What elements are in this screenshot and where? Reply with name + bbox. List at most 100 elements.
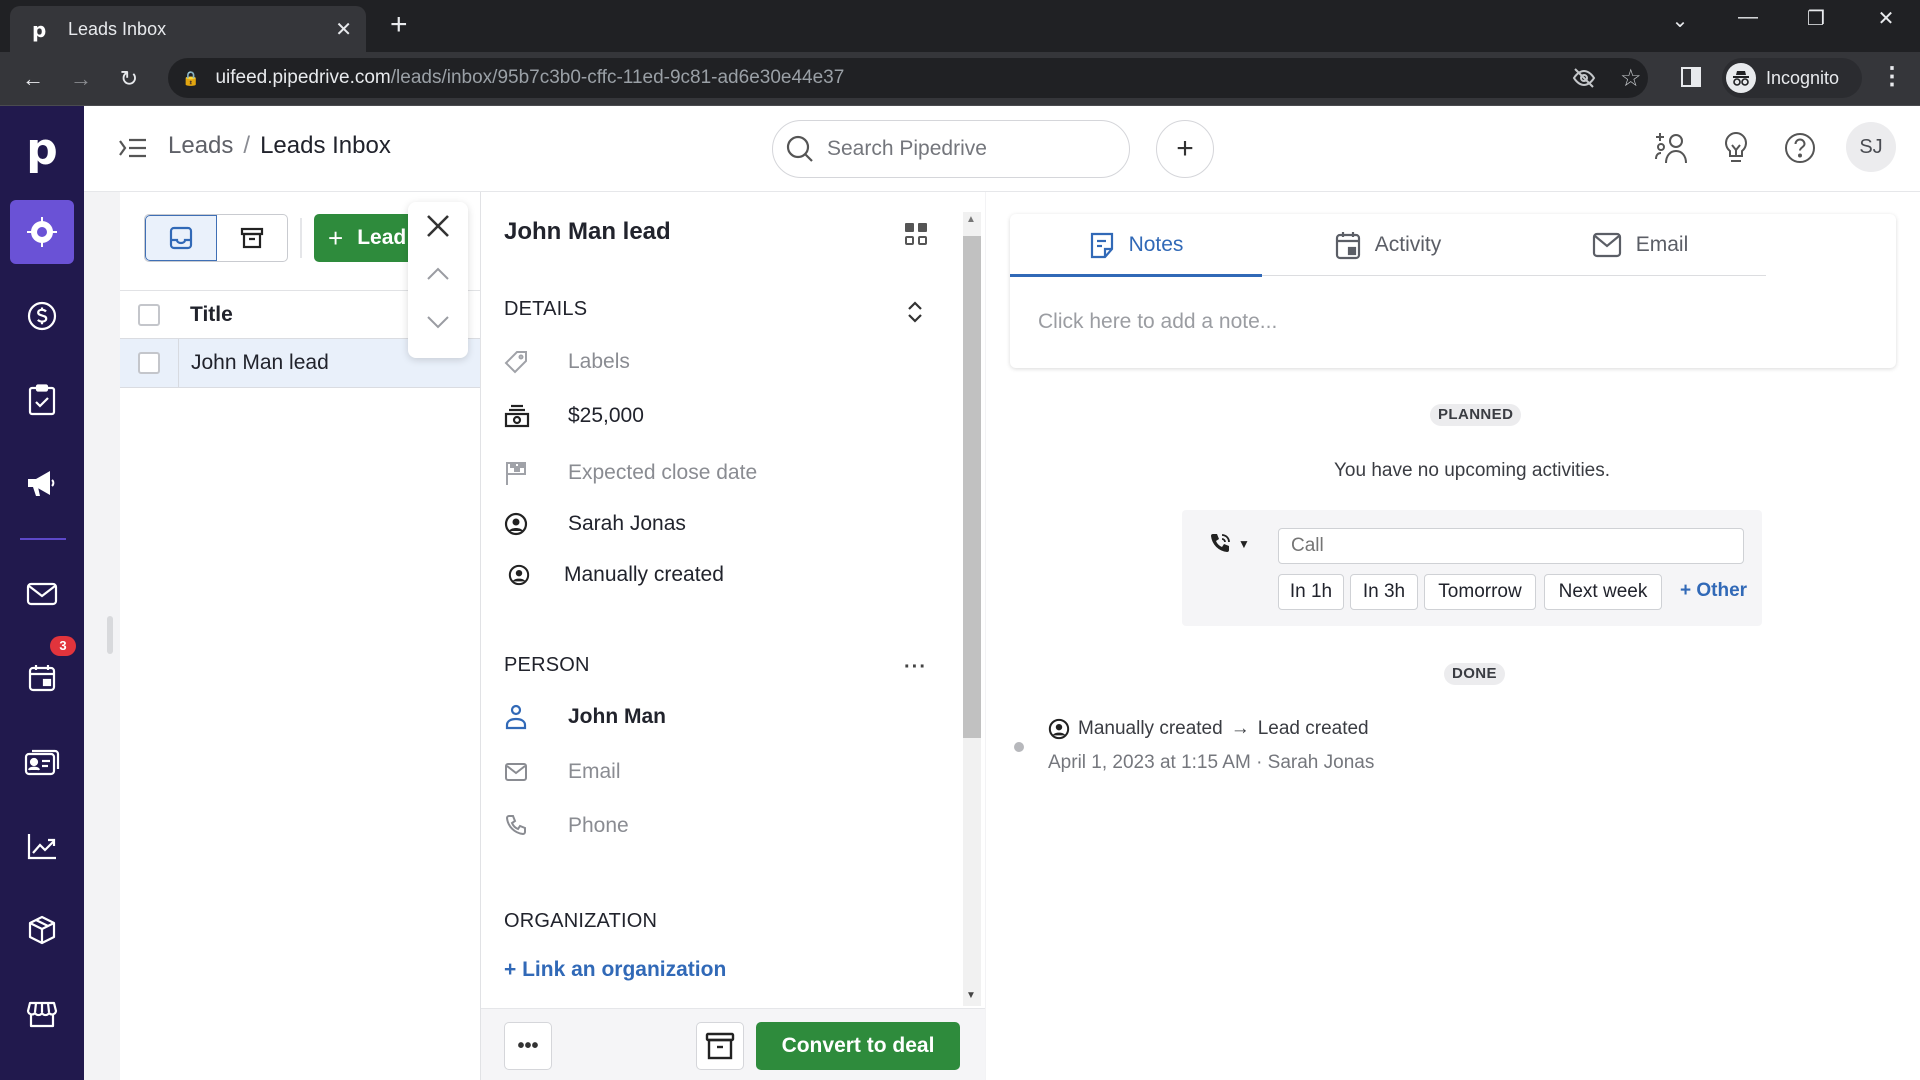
close-detail-button[interactable] [408, 202, 468, 250]
address-bar[interactable]: 🔒 uifeed.pipedrive.com/leads/inbox/95b7c… [168, 58, 1648, 98]
note-input[interactable]: Click here to add a note... [1038, 310, 1277, 334]
activity-subject-input[interactable] [1278, 528, 1744, 564]
link-organization-link[interactable]: + Link an organization [504, 958, 726, 982]
panel-resize-handle[interactable] [107, 616, 113, 654]
person-name-field[interactable]: John Man [504, 704, 666, 730]
sidebar-item-leads[interactable] [10, 200, 74, 264]
restore-button[interactable]: ❐ [1796, 6, 1836, 31]
calendar-icon [27, 663, 57, 693]
scroll-down-arrow[interactable]: ▼ [966, 990, 976, 1001]
tab-email[interactable]: Email [1514, 214, 1766, 276]
email-placeholder: Email [568, 760, 621, 783]
inbox-view-button[interactable] [145, 215, 217, 261]
sidebar-item-campaigns[interactable] [10, 452, 74, 516]
person-name[interactable]: John Man [568, 705, 666, 729]
history-user-icon [1048, 718, 1070, 740]
archive-view-button[interactable] [217, 215, 287, 261]
close-icon [425, 213, 451, 239]
planned-label: PLANNED [1430, 404, 1522, 426]
new-tab-button[interactable]: + [390, 10, 408, 40]
bookmark-star-icon[interactable]: ☆ [1620, 64, 1642, 93]
scroll-up-arrow[interactable]: ▲ [966, 214, 976, 225]
sidebar-item-deals[interactable] [10, 284, 74, 348]
pipedrive-logo[interactable]: p [0, 124, 84, 175]
search-icon [785, 134, 815, 164]
incognito-icon [1726, 63, 1756, 93]
calendar-tab-icon [1335, 230, 1361, 260]
close-window-button[interactable]: ✕ [1866, 6, 1906, 31]
tab-email-label: Email [1635, 233, 1689, 256]
scrollbar-thumb[interactable] [963, 236, 981, 738]
user-circle-icon [504, 512, 538, 536]
browser-menu-icon[interactable]: ⋮ [1880, 62, 1904, 91]
invite-users-icon[interactable] [1652, 128, 1692, 168]
person-email-field[interactable]: Email [504, 760, 621, 784]
history-item: Manually created → Lead created [1048, 718, 1369, 740]
row-checkbox[interactable] [138, 352, 160, 374]
sidebar-item-mail[interactable] [10, 562, 74, 626]
dollar-icon [26, 300, 58, 332]
column-title[interactable]: Title [190, 303, 233, 327]
phone-icon [504, 814, 538, 838]
user-avatar[interactable]: SJ [1846, 122, 1896, 172]
back-button[interactable]: ← [16, 62, 50, 96]
expected-close-date-field[interactable]: Expected close date [504, 460, 757, 486]
customize-fields-icon[interactable] [904, 222, 928, 246]
phone-call-icon [1208, 532, 1232, 556]
lead-title[interactable]: John Man lead [504, 218, 671, 246]
menu-toggle-icon[interactable] [118, 136, 148, 160]
sidebar-item-contacts[interactable] [10, 730, 74, 794]
forward-button[interactable]: → [64, 62, 98, 96]
quick-in-3h-button[interactable]: In 3h [1350, 574, 1418, 610]
tab-notes[interactable]: Notes [1010, 214, 1262, 276]
owner-field[interactable]: Sarah Jonas [504, 512, 686, 536]
convert-to-deal-button[interactable]: Convert to deal [756, 1022, 960, 1070]
url-domain: uifeed.pipedrive.com [215, 67, 391, 88]
sidebar-item-activities[interactable] [10, 368, 74, 432]
source-field: Manually created [508, 563, 724, 587]
labels-field[interactable]: Labels [504, 350, 630, 374]
source-user-icon [508, 564, 542, 586]
eye-off-icon[interactable] [1572, 66, 1596, 90]
quick-tomorrow-button[interactable]: Tomorrow [1424, 574, 1536, 610]
person-heading: PERSON [504, 654, 590, 676]
tab-activity[interactable]: Activity [1262, 214, 1514, 276]
quick-add-button[interactable]: + [1156, 120, 1214, 178]
person-phone-field[interactable]: Phone [504, 814, 629, 838]
lead-title-cell[interactable]: John Man lead [178, 339, 329, 387]
browser-tab[interactable]: p Leads Inbox ✕ [10, 6, 366, 52]
help-icon[interactable] [1780, 128, 1820, 168]
person-more-icon[interactable]: ··· [904, 656, 927, 679]
breadcrumb-separator: / [243, 132, 251, 159]
sidebar-item-products[interactable] [10, 898, 74, 962]
expand-collapse-icon[interactable] [906, 300, 924, 324]
active-tab-indicator [1010, 274, 1262, 277]
next-lead-button[interactable] [408, 298, 468, 346]
other-time-link[interactable]: + Other [1680, 580, 1747, 602]
labels-placeholder: Labels [568, 350, 630, 373]
value-field[interactable]: $25,000 [504, 404, 644, 428]
select-all-checkbox[interactable] [138, 303, 160, 326]
tab-search-icon[interactable]: ⌄ [1660, 8, 1700, 33]
previous-lead-button[interactable] [408, 250, 468, 298]
email-tab-icon [1592, 232, 1622, 258]
breadcrumb-leads[interactable]: Leads [168, 132, 233, 160]
archive-lead-button[interactable] [696, 1022, 744, 1070]
more-actions-button[interactable]: ••• [504, 1022, 552, 1070]
lightbulb-icon[interactable] [1716, 128, 1756, 168]
quick-next-week-button[interactable]: Next week [1544, 574, 1662, 610]
activity-type-dropdown[interactable]: ▼ [1208, 532, 1250, 556]
sidebar-item-marketplace[interactable] [10, 982, 74, 1046]
side-panel-icon[interactable] [1680, 66, 1702, 88]
incognito-profile-button[interactable]: Incognito [1722, 58, 1862, 98]
details-heading: DETAILS [504, 298, 588, 320]
reload-button[interactable]: ↻ [112, 62, 146, 96]
search-input[interactable]: Search Pipedrive [772, 120, 1130, 178]
sidebar-divider [20, 538, 66, 540]
box-icon [26, 914, 58, 946]
breadcrumb-leads-inbox: Leads Inbox [260, 132, 391, 159]
sidebar-item-insights[interactable] [10, 814, 74, 878]
close-tab-icon[interactable]: ✕ [335, 17, 352, 42]
minimize-button[interactable]: — [1728, 6, 1768, 29]
quick-in-1h-button[interactable]: In 1h [1278, 574, 1344, 610]
